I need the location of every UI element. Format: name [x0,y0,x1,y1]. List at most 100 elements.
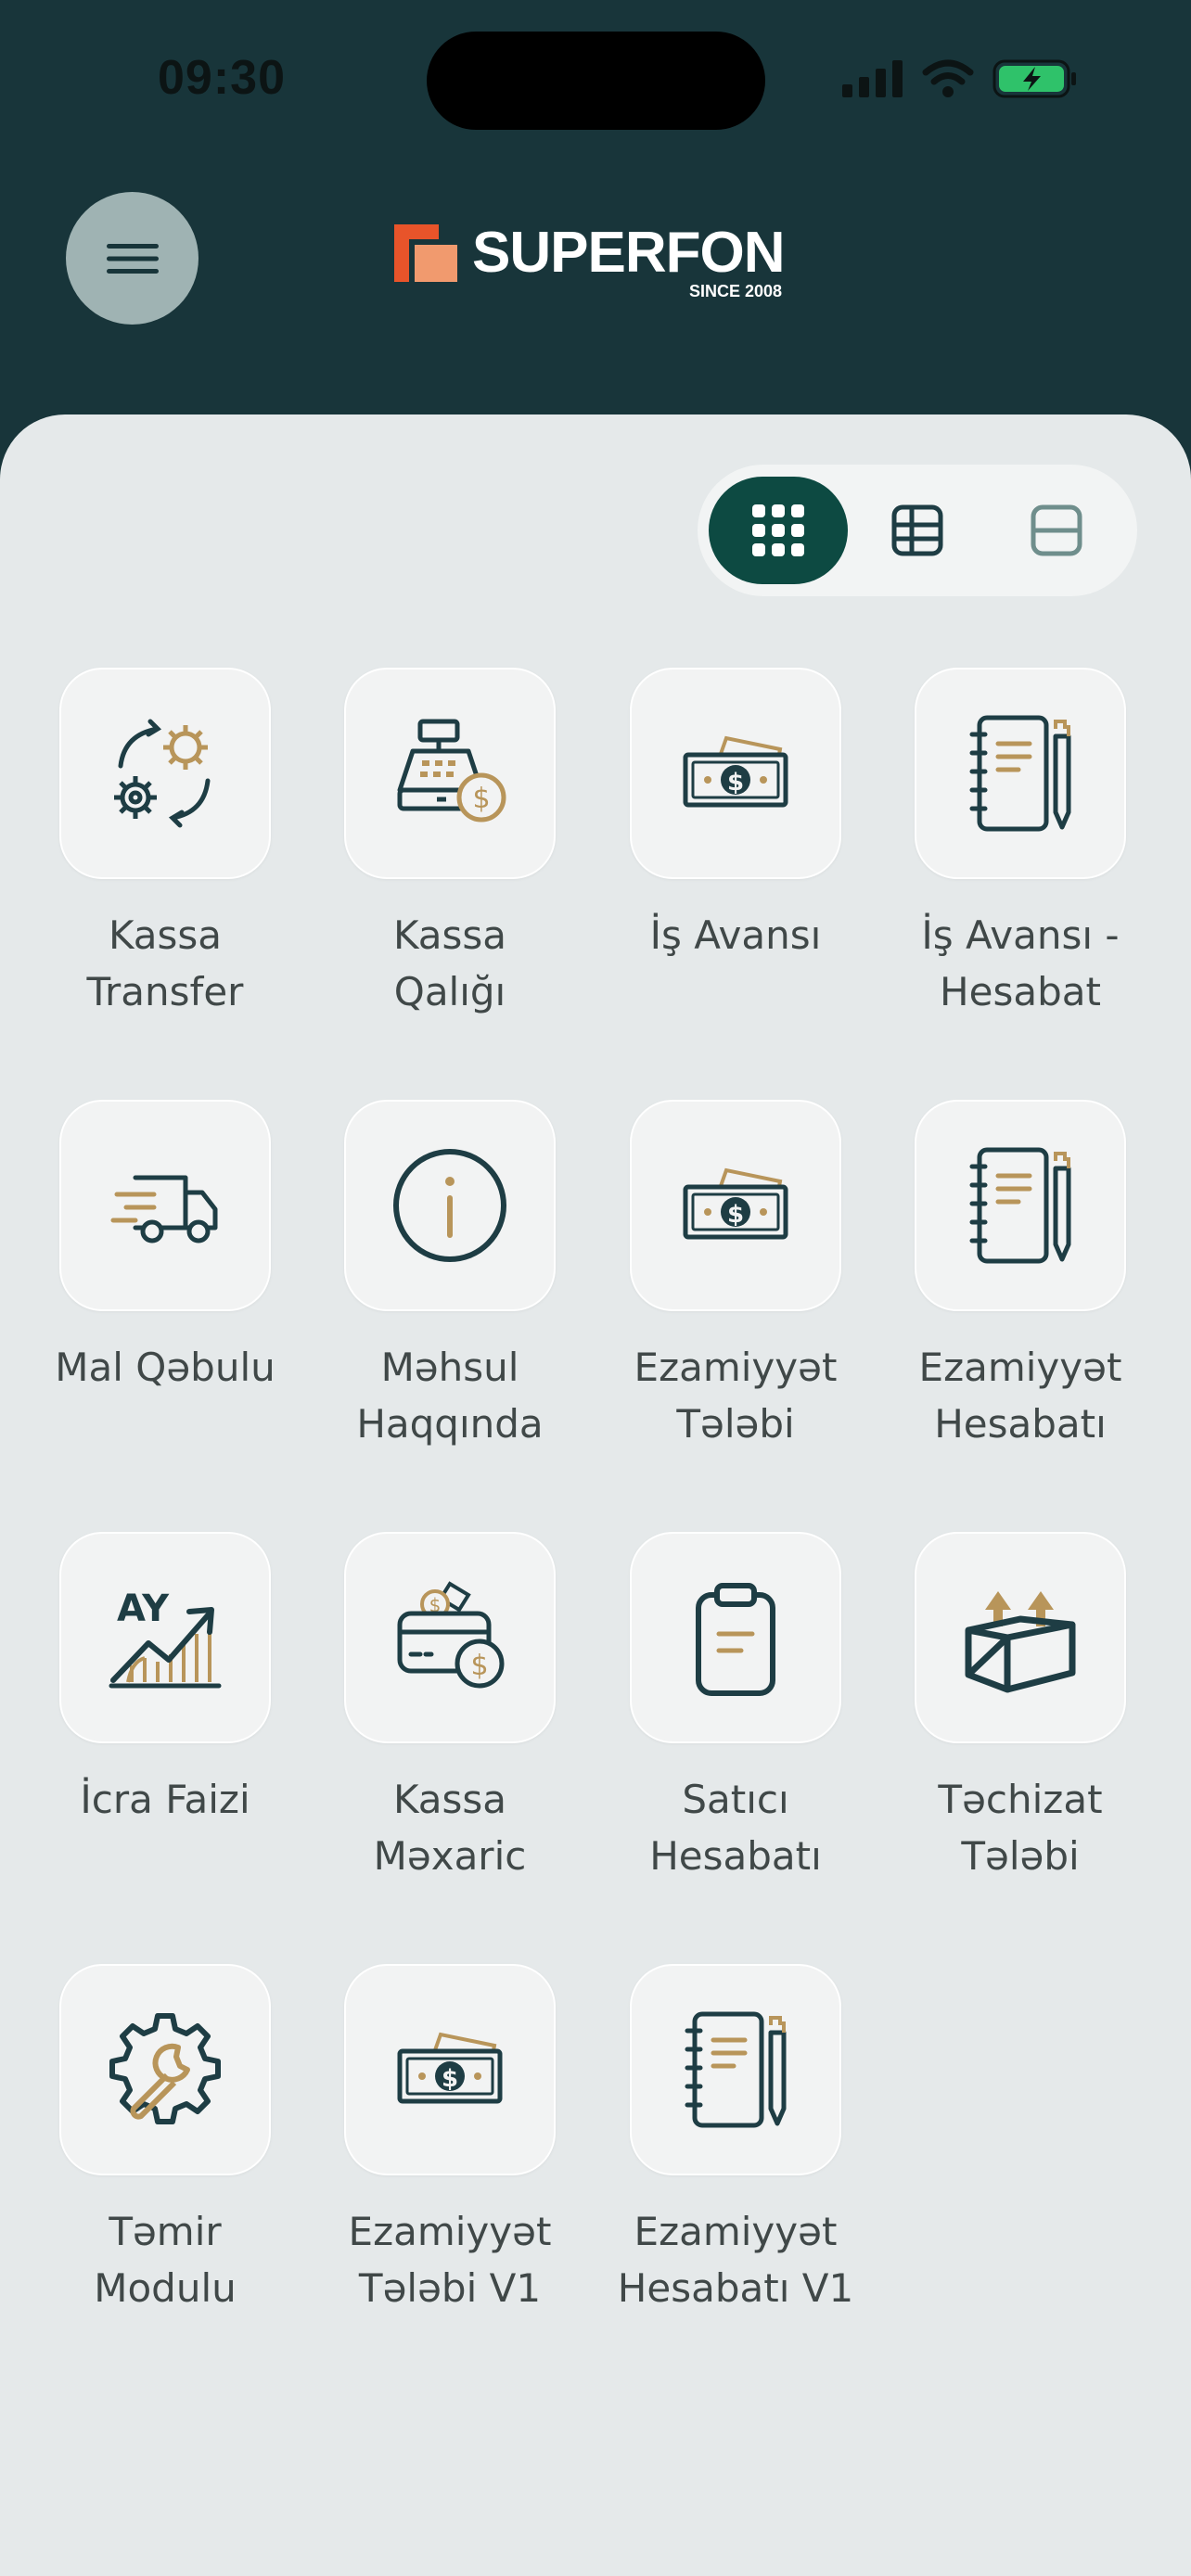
svg-text:$: $ [727,1201,744,1229]
cellular-signal-icon [842,60,903,97]
view-toggle [698,465,1137,596]
module-tile-card[interactable] [915,668,1126,879]
module-tile-label-line1: Təmir [109,2209,222,2254]
cash-register-icon: $ [385,708,515,838]
module-tile-card[interactable]: $ [344,1964,556,2175]
banknote-icon: $ [385,2005,515,2135]
delivery-truck-icon [100,1141,230,1270]
module-tile-label: İcra Faizi [26,1771,304,1828]
module-tile-card[interactable]: AY [59,1532,271,1743]
module-tile[interactable]: $ Kassa Qalığı [311,668,589,1020]
module-tile[interactable]: $ İş Avansı [596,668,875,963]
module-tile[interactable]: Təmir Modulu [26,1964,304,2316]
grid-large-icon [752,504,804,556]
wallet-coins-icon: $ $ [385,1573,515,1702]
module-tile-card[interactable] [630,1532,841,1743]
module-tile-card[interactable] [59,1964,271,2175]
module-tile-card[interactable]: $ [630,1100,841,1311]
module-tile-label-line2: Məxaric [373,1833,527,1879]
module-tile-label: İş Avansı [596,907,875,963]
module-tile-card[interactable] [630,1964,841,2175]
module-tile-label-line1: Kassa [108,912,223,958]
module-tile[interactable]: Satıcı Hesabatı [596,1532,875,1884]
list-icon [1031,504,1082,556]
module-tile-label-line1: Satıcı [682,1777,789,1822]
grid-small-icon [891,504,943,556]
module-tile-label: Mal Qəbulu [26,1339,304,1396]
module-tile-label-line1: Ezamiyyət [634,2209,838,2254]
dynamic-island [427,32,765,130]
menu-button[interactable] [66,192,198,325]
module-tile-label: Kassa Transfer [26,907,304,1020]
module-tile-label: Ezamiyyət Tələbi [596,1339,875,1452]
module-tile-label-line2: Tələbi [961,1833,1080,1879]
module-tile-label-line2: Hesabat [940,969,1101,1014]
module-tile[interactable]: Ezamiyyət Hesabatı V1 [596,1964,875,2316]
module-tile-label: Kassa Məxaric [311,1771,589,1884]
module-tile-card[interactable]: $ $ [344,1532,556,1743]
banknote-icon: $ [671,708,800,838]
module-tile[interactable]: Məhsul Haqqında [311,1100,589,1452]
module-tile-label: Ezamiyyət Tələbi V1 [311,2203,589,2316]
superfon-logo: SUPERFON SINCE 2008 [394,221,785,300]
module-tile[interactable]: $ Ezamiyyət Tələbi [596,1100,875,1452]
app-header: SUPERFON SINCE 2008 [0,167,1191,417]
module-tile-label: Təmir Modulu [26,2203,304,2316]
view-list-button[interactable] [987,477,1126,584]
module-tile[interactable]: $ Ezamiyyət Tələbi V1 [311,1964,589,2316]
module-tile[interactable]: Kassa Transfer [26,668,304,1020]
module-tile-label-line1: İş Avansı [649,912,822,958]
transfer-gears-icon [100,708,230,838]
status-bar: 09:30 [0,0,1191,167]
module-tile[interactable]: $ $ Kassa Məxaric [311,1532,589,1884]
svg-text:$: $ [472,783,490,815]
module-tile-label-line2: Qalığı [393,969,506,1014]
module-tile-label-line1: Kassa [392,1777,507,1822]
svg-text:$: $ [470,1650,488,1682]
gear-wrench-icon [100,2005,230,2135]
module-tile-label: Satıcı Hesabatı [596,1771,875,1884]
notebook-pen-icon [671,2005,800,2135]
module-tile-card[interactable] [59,668,271,879]
svg-text:$: $ [442,2065,458,2093]
module-tile-card[interactable] [59,1100,271,1311]
module-tile-card[interactable]: $ [344,668,556,879]
logo-text: SUPERFON [472,221,785,285]
module-tile-label-line2: Hesabatı [649,1833,822,1879]
module-tile[interactable]: Ezamiyyət Hesabatı [881,1100,1159,1452]
module-tile-label: Məhsul Haqqında [311,1339,589,1452]
notebook-pen-icon [955,1141,1085,1270]
notebook-pen-icon [955,708,1085,838]
clipboard-icon [671,1573,800,1702]
module-tile-card[interactable] [344,1100,556,1311]
module-tile-label-line2: Haqqında [356,1401,544,1447]
module-tile-label-line1: Ezamiyyət [918,1345,1122,1390]
module-tile-label-line1: Təchizat [938,1777,1103,1822]
module-tile[interactable]: Təchizat Tələbi [881,1532,1159,1884]
module-tile[interactable]: İş Avansı - Hesabat [881,668,1159,1020]
module-tile-label: Ezamiyyət Hesabatı [881,1339,1159,1452]
status-time: 09:30 [158,51,286,105]
module-tile-card[interactable] [915,1532,1126,1743]
module-tile-label-line1: İcra Faizi [80,1777,250,1822]
module-tile-label-line2: Tələbi [676,1401,795,1447]
module-tile[interactable]: AY İcra Faizi [26,1532,304,1828]
module-tile-label-line1: Mal Qəbulu [55,1345,275,1390]
view-grid-small-button[interactable] [848,477,987,584]
module-tile-card[interactable]: $ [630,668,841,879]
module-tile-label: Kassa Qalığı [311,907,589,1020]
module-tile-label-line1: Məhsul [380,1345,519,1390]
battery-charging-icon [992,59,1076,98]
module-tile-label: Təchizat Tələbi [881,1771,1159,1884]
module-tile[interactable]: Mal Qəbulu [26,1100,304,1396]
module-tile-label-line2: Tələbi V1 [358,2265,542,2311]
module-tile-label-line2: Hesabatı V1 [617,2265,854,2311]
module-tile-label-line1: Kassa [392,912,507,958]
module-tile-label: İş Avansı - Hesabat [881,907,1159,1020]
module-tile-label: Ezamiyyət Hesabatı V1 [596,2203,875,2316]
growth-chart-icon: AY [100,1573,230,1702]
banknote-icon: $ [671,1141,800,1270]
module-tile-label-line2: Hesabatı [934,1401,1107,1447]
view-grid-large-button[interactable] [709,477,848,584]
module-tile-card[interactable] [915,1100,1126,1311]
